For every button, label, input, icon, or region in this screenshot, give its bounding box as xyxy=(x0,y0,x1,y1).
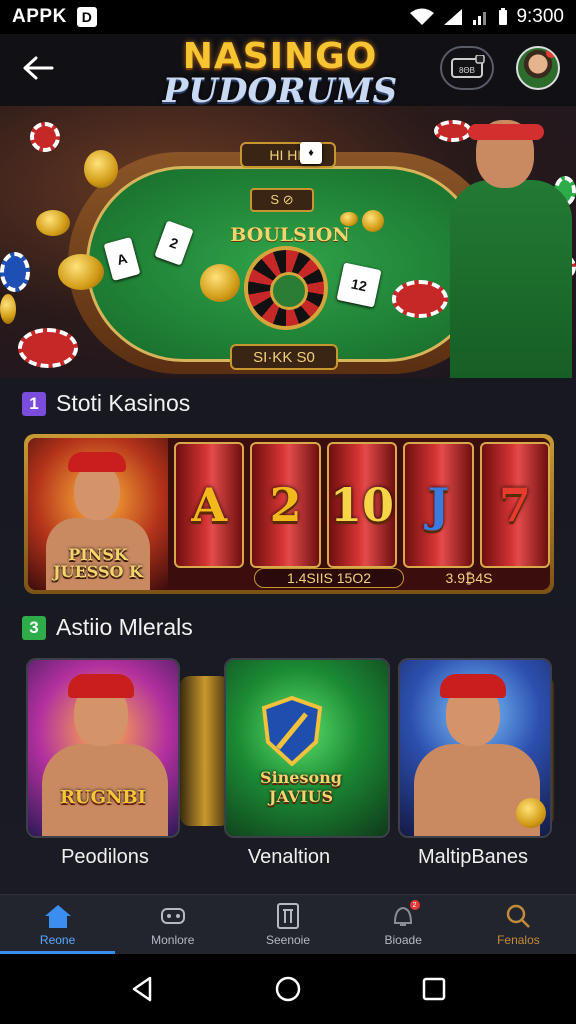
dealer-body xyxy=(450,180,572,378)
nav-label: Fenalos xyxy=(497,933,540,947)
section-featured-header: 3 Astiio Mlerals xyxy=(22,614,193,641)
game-card-label[interactable]: MaltipBanes xyxy=(388,846,558,869)
recents-square-icon[interactable] xyxy=(422,977,446,1001)
wallet-button[interactable]: 8ΘB xyxy=(440,46,494,90)
game-card-label[interactable]: Venaltion xyxy=(204,846,374,869)
slot-game-banner[interactable]: PINSK JUESSO K A 2 10 J 7 1.4SIIS 15O2 3… xyxy=(24,434,554,594)
game-card[interactable]: Sinesong JAVIUS xyxy=(224,658,390,838)
screen: APPK D 9:300 NASINGO PUDORUMS 8ΘB ΗΙ ΗΚ … xyxy=(0,0,576,1024)
section-featured-title: Astiio Mlerals xyxy=(56,614,193,640)
red-chip-icon xyxy=(30,122,60,152)
section-slots-header: 1 Stoti Kasinos xyxy=(22,390,190,417)
nav-item-search[interactable]: Fenalos xyxy=(461,895,576,954)
cards-icon xyxy=(277,903,299,929)
bottom-navigation: Reone Monlore Seenoie 2 Bioade Fenalos xyxy=(0,894,576,954)
slot-reel: 2 xyxy=(250,442,321,568)
gold-coin-icon xyxy=(516,798,546,828)
nav-item-cards[interactable]: Seenoie xyxy=(230,895,345,954)
gold-coin-icon xyxy=(36,210,70,236)
section-slots-number: 1 xyxy=(22,391,46,416)
red-chip-icon xyxy=(18,328,78,368)
status-app-label: APPK xyxy=(12,6,67,27)
hero-felt-title: BOULSION xyxy=(230,224,350,246)
hero-mid-sign: S ⊘ xyxy=(250,188,314,212)
signal-icon xyxy=(444,9,463,25)
slot-readout-right: 3.9₿4S xyxy=(445,570,493,586)
shield-icon xyxy=(261,696,323,766)
dice-icon: ♦ xyxy=(300,142,322,164)
game-card-logo: Sinesong JAVIUS xyxy=(260,768,342,806)
dealer-visor xyxy=(468,124,544,140)
wallet-label: 8ΘB xyxy=(459,66,475,75)
slot-reel: 7 xyxy=(479,442,550,568)
app-header: NASINGO PUDORUMS 8ΘB xyxy=(0,34,576,111)
notification-dot-icon xyxy=(546,48,556,58)
brand-logo: NASINGO PUDORUMS xyxy=(130,38,430,111)
back-triangle-icon[interactable] xyxy=(130,976,154,1002)
signal-bars-icon xyxy=(473,12,487,25)
search-icon xyxy=(507,904,531,928)
arrow-left-icon xyxy=(23,56,54,80)
nav-label: Reone xyxy=(39,933,76,947)
gold-coin-icon xyxy=(200,264,240,302)
slot-reel: A xyxy=(174,442,245,568)
nav-item-notifications[interactable]: 2 Bioade xyxy=(346,895,461,954)
nav-item-games[interactable]: Monlore xyxy=(115,895,230,954)
wallet-icon: 8ΘB xyxy=(451,55,485,78)
nav-label: Bioade xyxy=(384,933,422,947)
section-slots-title: Stoti Kasinos xyxy=(56,390,191,416)
gamepad-icon xyxy=(160,908,185,924)
hero-bottom-sign: SI·ΚΚ S0 xyxy=(230,344,338,370)
status-right: 9:300 xyxy=(410,6,564,28)
status-bar: APPK D 9:300 xyxy=(0,0,576,34)
back-button[interactable] xyxy=(18,48,58,88)
slot-reels: A 2 10 J 7 xyxy=(174,442,550,568)
nav-label: Seenoie xyxy=(265,933,311,947)
slot-readout-left: 1.4SIIS 15O2 xyxy=(254,568,404,588)
nav-item-home[interactable]: Reone xyxy=(0,895,116,954)
game-card-label[interactable]: Peodilons xyxy=(20,846,190,869)
roulette-wheel-icon xyxy=(244,246,328,330)
playing-card: 12 xyxy=(336,262,382,308)
brand-line-2: PUDORUMS xyxy=(162,71,398,111)
system-navigation-bar xyxy=(0,954,576,1024)
battery-icon xyxy=(499,8,508,25)
status-time: 9:300 xyxy=(516,6,564,27)
app-badge-icon: D xyxy=(76,7,97,27)
notification-count-badge: 2 xyxy=(409,900,420,910)
slot-reel: J xyxy=(403,442,474,568)
slot-reel: 10 xyxy=(326,442,398,568)
slot-banner-inner: PINSK JUESSO K A 2 10 J 7 1.4SIIS 15O2 3… xyxy=(28,438,550,590)
nav-label: Monlore xyxy=(151,933,195,947)
character-cap xyxy=(68,452,126,472)
home-icon xyxy=(44,905,71,928)
section-featured-number: 3 xyxy=(22,615,46,640)
gold-coin-icon xyxy=(340,212,358,226)
wifi-icon xyxy=(410,8,435,25)
game-card-peek xyxy=(180,676,230,826)
gold-coin-icon xyxy=(0,294,16,324)
game-card[interactable]: RUGNBI xyxy=(26,658,180,838)
dealer-illustration xyxy=(432,110,572,378)
featured-games-row: RUGNBI Sinesong JAVIUS xyxy=(26,658,554,838)
hero-banner[interactable]: ΗΙ ΗΚ S ⊘ BOULSION SI·ΚΚ S0 A 2 12 ♦ xyxy=(0,106,576,378)
gold-coin-icon xyxy=(362,210,384,232)
game-card[interactable] xyxy=(398,658,552,838)
game-card-logo: RUGNBI xyxy=(59,787,147,808)
blue-chip-icon xyxy=(0,252,30,292)
gold-coin-icon xyxy=(84,150,118,188)
character-face xyxy=(74,464,120,520)
character-cap xyxy=(440,674,506,698)
character-cap xyxy=(68,674,134,698)
gold-coin-icon xyxy=(58,254,104,290)
slot-game-logo: PINSK JUESSO K xyxy=(53,545,143,581)
profile-avatar[interactable] xyxy=(516,46,560,90)
home-circle-icon[interactable] xyxy=(275,976,301,1002)
